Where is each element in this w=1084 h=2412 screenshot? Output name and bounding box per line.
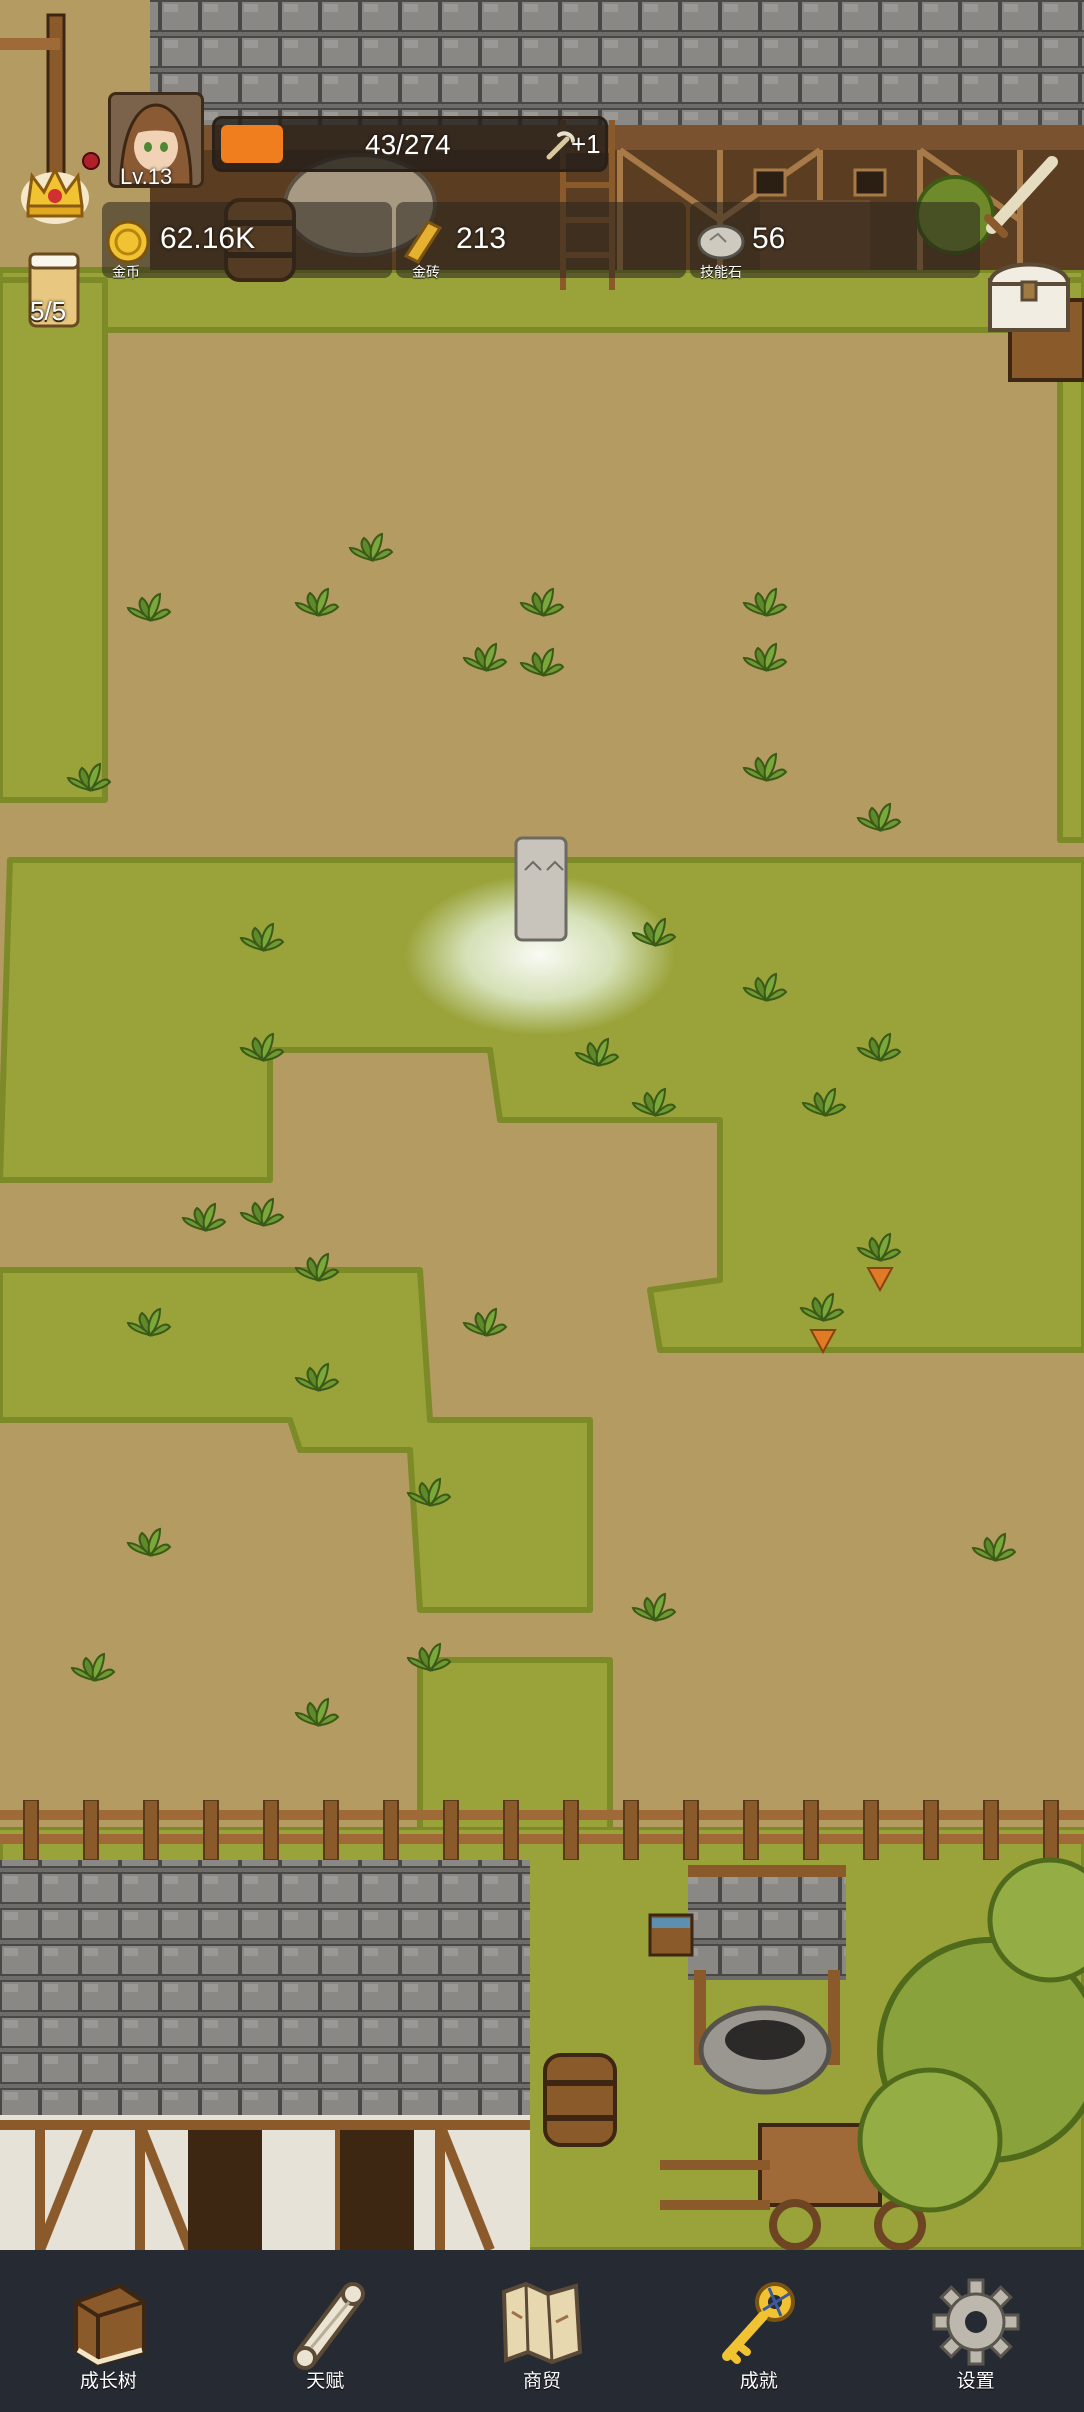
player-level: Lv.13 — [120, 164, 173, 189]
nav-label-talent: 天赋 — [306, 2371, 345, 2392]
book-icon — [74, 2283, 147, 2367]
nav-growth-tree[interactable]: 成长树 — [0, 2250, 217, 2412]
map-icon — [501, 2281, 583, 2365]
key-icon — [721, 2282, 795, 2364]
treasure-chest-icon[interactable] — [984, 250, 1074, 336]
nav-label-trade: 商贸 — [522, 2371, 561, 2392]
exp-bonus: +1 — [571, 129, 601, 159]
exp-bar: 43/274 +1 — [212, 116, 608, 172]
bottom-nav: 成长树 天赋 商贸 成就 设置 — [0, 2250, 1084, 2412]
skill-stone-icon — [697, 224, 745, 260]
gold-label: 金币 — [112, 264, 140, 280]
scroll-icon — [293, 2282, 366, 2370]
gold-value: 62.16K — [160, 222, 256, 255]
nav-achievement[interactable]: 成就 — [650, 2250, 867, 2412]
gold-bar-icon — [403, 220, 443, 264]
game-scene: Lv.13 43/274 +1 5/5 62.16K 金币 213 金砖 56 … — [0, 0, 1084, 2412]
nav-trade[interactable]: 商贸 — [434, 2250, 651, 2412]
brick-label: 金砖 — [412, 264, 440, 280]
gold-coin-icon — [106, 220, 150, 264]
nav-label-growth-tree: 成长树 — [79, 2371, 137, 2392]
sword-icon[interactable] — [982, 148, 1068, 238]
stone-value: 56 — [752, 222, 786, 255]
nav-talent[interactable]: 天赋 — [217, 2250, 434, 2412]
gear-icon — [932, 2278, 1020, 2366]
farm-map[interactable] — [0, 0, 1084, 2250]
beer-count: 5/5 — [30, 296, 67, 326]
brick-value: 213 — [456, 222, 507, 255]
exp-text: 43/274 — [365, 129, 451, 160]
nav-settings[interactable]: 设置 — [867, 2250, 1084, 2412]
exp-bar-fill — [221, 125, 283, 163]
nav-label-settings: 设置 — [956, 2371, 995, 2392]
crown-icon[interactable] — [18, 158, 92, 228]
stone-label: 技能石 — [700, 264, 742, 280]
nav-label-achievement: 成就 — [739, 2371, 778, 2392]
